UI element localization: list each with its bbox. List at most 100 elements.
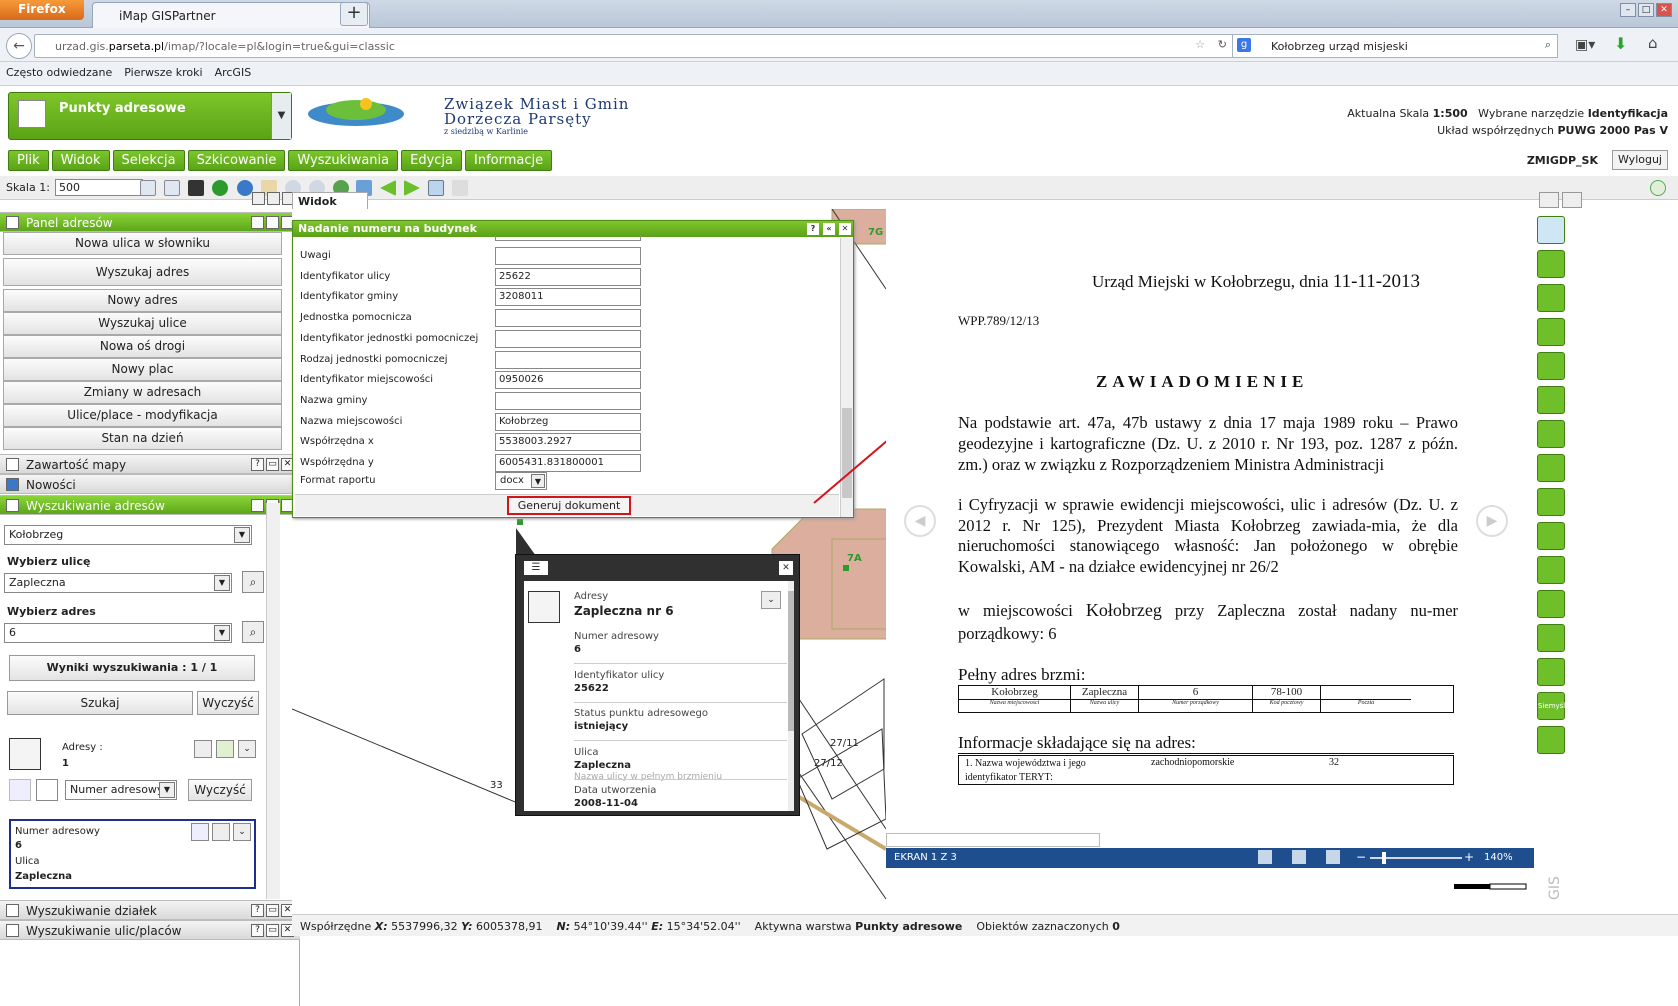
left-scrollbar[interactable] <box>266 503 280 899</box>
chevron-down-icon[interactable]: ▼ <box>271 93 291 139</box>
chevron-down-icon[interactable]: ▼ <box>214 575 230 591</box>
basemap-tile-icon[interactable] <box>1537 216 1565 244</box>
previous-page-icon[interactable]: ◀ <box>904 505 936 537</box>
search-bar[interactable]: g Kołobrzeg urząd misjeski ⌕ <box>1232 34 1558 58</box>
crest-icon[interactable] <box>1537 386 1565 414</box>
window-icon[interactable] <box>428 180 444 196</box>
field-input[interactable] <box>495 350 641 369</box>
find-address-button[interactable]: Wyszukaj adres <box>3 258 282 286</box>
download-icon[interactable]: ⬇ <box>1614 34 1627 53</box>
field-partial[interactable] <box>495 235 641 241</box>
page-view-icon[interactable] <box>1292 850 1306 864</box>
crest-icon[interactable] <box>1537 522 1565 550</box>
field-input[interactable]: 0950026 <box>495 371 641 390</box>
active-layer-button[interactable]: Punkty adresowe <box>8 92 292 140</box>
field-input[interactable]: Kołobrzeg <box>495 412 641 431</box>
street-select[interactable]: Zapleczna ▼ <box>4 573 232 593</box>
sort-desc-icon[interactable] <box>36 779 58 801</box>
menu-info[interactable]: Informacje <box>465 150 553 171</box>
document-icon[interactable] <box>212 823 230 841</box>
menu-view[interactable]: Widok <box>51 150 110 171</box>
find-street-button[interactable]: Wyszukaj ulice <box>3 312 282 335</box>
close-icon[interactable]: ✕ <box>1656 3 1672 17</box>
home-icon[interactable]: ⌂ <box>1648 34 1658 52</box>
help-icon[interactable] <box>1650 180 1666 196</box>
link-icon[interactable] <box>452 180 468 196</box>
crest-icon[interactable] <box>1537 726 1565 754</box>
menu-sketch[interactable]: Szkicowanie <box>187 150 286 171</box>
close-icon[interactable]: ✕ <box>839 223 851 235</box>
help-icon[interactable]: ? <box>251 924 264 937</box>
browser-tab[interactable]: iMap GISPartner <box>92 2 370 28</box>
tab-map-view[interactable]: Widok mapy <box>292 192 368 221</box>
sort-asc-icon[interactable] <box>9 779 31 801</box>
help-icon[interactable]: ? <box>251 499 264 512</box>
crest-icon[interactable] <box>1537 488 1565 516</box>
crest-icon[interactable] <box>1537 624 1565 652</box>
chevron-down-icon[interactable]: ⌄ <box>238 740 256 758</box>
chevron-down-icon[interactable]: ⌄ <box>233 823 251 841</box>
back-arrow-icon[interactable]: ← <box>6 33 32 59</box>
address-changes-button[interactable]: Zmiany w adresach <box>3 381 282 404</box>
bookmark-arcgis[interactable]: ArcGIS <box>215 66 252 85</box>
bookmarks-menu-icon[interactable]: ▣▾ <box>1575 37 1595 53</box>
clear-button[interactable]: Wyczyść <box>197 691 259 715</box>
next-page-icon[interactable]: ▶ <box>1476 505 1508 537</box>
web-view-icon[interactable] <box>1326 850 1340 864</box>
help-icon[interactable]: ? <box>251 904 264 917</box>
field-input[interactable]: 6005431.831800001 <box>495 454 641 472</box>
menu-search[interactable]: Wyszukiwania <box>288 150 399 171</box>
crest-icon[interactable] <box>1537 658 1565 686</box>
help-icon[interactable]: ? <box>251 458 264 471</box>
generate-document-button[interactable]: Generuj dokument <box>507 496 631 515</box>
panel-streets-header[interactable]: Wyszukiwanie ulic/placów ? ▭ ✕ <box>0 920 300 940</box>
search-button[interactable]: Szukaj <box>7 691 193 715</box>
crest-icon[interactable] <box>1537 284 1565 312</box>
city-select[interactable]: Kołobrzeg ▼ <box>4 525 252 545</box>
reload-icon[interactable]: ↻ <box>1218 38 1227 51</box>
document-icon[interactable] <box>194 740 212 758</box>
help-icon[interactable]: ? <box>251 216 264 229</box>
scale-input[interactable]: 500 <box>55 179 143 196</box>
field-input[interactable] <box>495 247 641 265</box>
streets-modify-button[interactable]: Ulice/place - modyfikacja <box>3 404 282 427</box>
restore-icon[interactable]: ▭ <box>266 458 279 471</box>
maximize-icon[interactable]: □ <box>1638 3 1654 17</box>
collapse-left-icon[interactable] <box>252 192 265 205</box>
search-icon[interactable]: ⌕ <box>242 571 264 593</box>
reading-view-icon[interactable] <box>1258 850 1272 864</box>
zoom-slider-thumb[interactable] <box>1382 852 1386 864</box>
tool-icon[interactable] <box>188 180 204 196</box>
star-icon[interactable]: ☆ <box>1195 38 1205 51</box>
new-tab-button[interactable]: + <box>340 2 368 26</box>
chevron-down-icon[interactable]: ▼ <box>214 625 230 641</box>
bookmark-getting-started[interactable]: Pierwsze kroki <box>124 66 202 85</box>
google-icon[interactable]: g <box>1237 38 1251 52</box>
crest-icon[interactable] <box>1537 556 1565 584</box>
zoom-out-icon[interactable]: − <box>1356 850 1366 864</box>
minimize-icon[interactable]: – <box>1620 3 1636 17</box>
identify-icon[interactable] <box>212 180 228 196</box>
crest-icon[interactable] <box>1537 590 1565 618</box>
panel-addresses-header[interactable]: Panel adresów ? ▭ ✕ <box>0 212 300 232</box>
siemysl-tile[interactable]: Siemyśl <box>1537 692 1565 720</box>
field-input[interactable] <box>495 391 641 410</box>
crest-icon[interactable] <box>1537 420 1565 448</box>
expand-icon[interactable] <box>267 192 280 205</box>
restore-icon[interactable]: ▭ <box>266 924 279 937</box>
crest-icon[interactable] <box>1537 318 1565 346</box>
restore-icon[interactable]: ▭ <box>266 216 279 229</box>
url-bar[interactable]: urzad.gis.parseta.pl/imap/?locale=pl&log… <box>34 34 1236 58</box>
result-card[interactable]: Numer adresowy 6 Ulica Zapleczna ⌄ <box>9 819 256 889</box>
crest-icon[interactable] <box>1537 454 1565 482</box>
pin-icon[interactable] <box>1562 192 1582 208</box>
firefox-menu-button[interactable]: Firefox <box>0 0 84 20</box>
help-icon[interactable]: ? <box>807 223 819 235</box>
restore-icon[interactable]: ▭ <box>266 904 279 917</box>
field-input[interactable]: 25622 <box>495 267 641 286</box>
field-input[interactable] <box>495 309 641 328</box>
panel-parcels-header[interactable]: Wyszukiwanie działek ? ▭ ✕ <box>0 900 300 920</box>
export-icon[interactable] <box>216 740 234 758</box>
close-icon[interactable]: ✕ <box>779 561 793 575</box>
new-square-button[interactable]: Nowy plac <box>3 358 282 381</box>
